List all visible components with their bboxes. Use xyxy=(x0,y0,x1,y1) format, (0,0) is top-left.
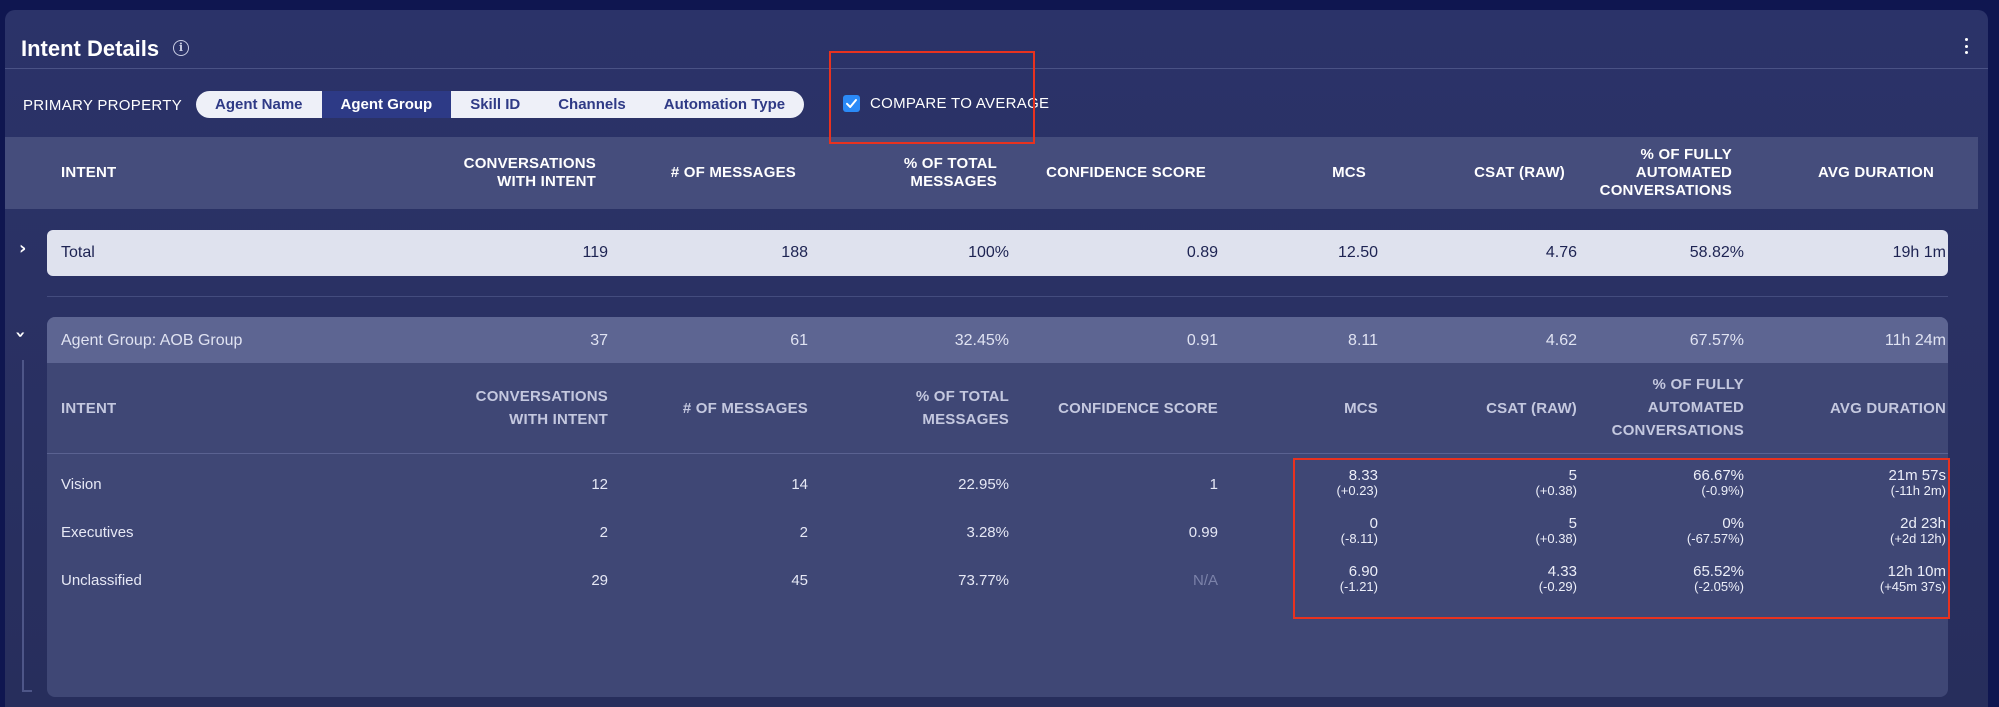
col-csat[interactable]: CSAT (RAW) xyxy=(1474,164,1565,182)
total-messages: 188 xyxy=(781,244,808,261)
total-mcs: 12.50 xyxy=(1337,244,1378,261)
chevron-right-icon[interactable]: › xyxy=(19,238,26,259)
row-confidence: 0.99 xyxy=(1188,524,1218,541)
sub-col-conversations[interactable]: CONVERSATIONS WITH INTENT xyxy=(476,385,608,431)
group-messages: 61 xyxy=(790,332,808,349)
row-messages: 2 xyxy=(799,524,808,541)
table-header: INTENT CONVERSATIONS WITH INTENT # OF MES… xyxy=(5,137,1978,209)
sub-col-confidence[interactable]: CONFIDENCE SCORE xyxy=(1058,397,1218,420)
primary-property-selector: Agent Name Agent Group Skill ID Channels… xyxy=(196,91,805,118)
primary-property-label: PRIMARY PROPERTY xyxy=(23,97,183,114)
col-confidence[interactable]: CONFIDENCE SCORE xyxy=(1046,164,1206,182)
col-intent[interactable]: INTENT xyxy=(61,164,116,182)
total-confidence: 0.89 xyxy=(1186,244,1218,261)
row-intent: Vision xyxy=(61,476,102,493)
row-pct: 22.95% xyxy=(958,476,1009,493)
intent-details-panel: Intent Details i PRIMARY PROPERTY Agent … xyxy=(5,10,1988,707)
sub-col-fully-automated[interactable]: % OF FULLY AUTOMATED CONVERSATIONS xyxy=(1612,373,1744,442)
info-icon[interactable]: i xyxy=(173,40,189,56)
row-pct: 3.28% xyxy=(966,524,1009,541)
col-fully-automated[interactable]: % OF FULLY AUTOMATED CONVERSATIONS xyxy=(1600,146,1732,200)
group-mcs: 8.11 xyxy=(1348,332,1378,349)
page-title: Intent Details xyxy=(21,36,160,61)
highlight-box-compare xyxy=(829,51,1035,144)
col-conversations[interactable]: CONVERSATIONS WITH INTENT xyxy=(464,155,596,191)
row-conversations: 29 xyxy=(591,572,608,589)
row-messages: 14 xyxy=(791,476,808,493)
total-pct: 100% xyxy=(968,244,1009,261)
row-confidence: N/A xyxy=(1192,572,1218,589)
chevron-down-icon[interactable]: › xyxy=(10,331,31,338)
col-messages[interactable]: # OF MESSAGES xyxy=(671,164,796,182)
group-table-header: INTENT CONVERSATIONS WITH INTENT # OF MES… xyxy=(47,363,1948,453)
group-csat: 4.62 xyxy=(1545,332,1577,349)
row-conversations: 2 xyxy=(599,524,608,541)
option-channels[interactable]: Channels xyxy=(539,91,645,118)
group-row[interactable]: Agent Group: AOB Group 37 61 32.45% 0.91… xyxy=(47,317,1948,363)
col-avg-duration[interactable]: AVG DURATION xyxy=(1818,164,1934,182)
row-confidence: 1 xyxy=(1209,476,1218,493)
option-agent-group[interactable]: Agent Group xyxy=(321,91,452,118)
sub-col-messages[interactable]: # OF MESSAGES xyxy=(683,397,808,420)
highlight-box-deltas xyxy=(1293,458,1950,619)
group-avg-duration: 11h 24m xyxy=(1884,332,1946,349)
sub-col-mcs[interactable]: MCS xyxy=(1344,397,1378,420)
sub-col-intent[interactable]: INTENT xyxy=(61,397,116,420)
total-label: Total xyxy=(61,244,95,261)
total-csat: 4.76 xyxy=(1545,244,1577,261)
option-skill-id[interactable]: Skill ID xyxy=(451,91,539,118)
row-pct: 73.77% xyxy=(958,572,1009,589)
col-pct-total[interactable]: % OF TOTAL MESSAGES xyxy=(904,155,997,191)
group-tree-line xyxy=(22,360,24,690)
row-intent: Executives xyxy=(61,524,134,541)
row-intent: Unclassified xyxy=(61,572,142,589)
group-header-divider xyxy=(47,453,1948,454)
sub-col-pct-total[interactable]: % OF TOTAL MESSAGES xyxy=(916,385,1009,431)
row-messages: 45 xyxy=(791,572,808,589)
sub-col-csat[interactable]: CSAT (RAW) xyxy=(1486,397,1577,420)
row-conversations: 12 xyxy=(591,476,608,493)
option-automation-type[interactable]: Automation Type xyxy=(645,91,804,118)
group-label: Agent Group: AOB Group xyxy=(61,332,243,349)
group-pct: 32.45% xyxy=(954,332,1009,349)
sub-col-avg-duration[interactable]: AVG DURATION xyxy=(1830,397,1946,420)
kebab-menu-icon[interactable] xyxy=(1963,38,1969,54)
group-tree-foot xyxy=(22,690,32,692)
section-divider xyxy=(47,296,1948,297)
col-mcs[interactable]: MCS xyxy=(1332,164,1366,182)
total-fully-automated: 58.82% xyxy=(1689,244,1744,261)
total-conversations: 119 xyxy=(582,244,608,261)
option-agent-name[interactable]: Agent Name xyxy=(196,91,322,118)
group-conversations: 37 xyxy=(590,332,608,349)
group-fully-automated: 67.57% xyxy=(1689,332,1744,349)
total-avg-duration: 19h 1m xyxy=(1892,244,1946,261)
total-row[interactable]: Total 119 188 100% 0.89 12.50 4.76 58.82… xyxy=(47,230,1948,276)
group-confidence: 0.91 xyxy=(1186,332,1218,349)
